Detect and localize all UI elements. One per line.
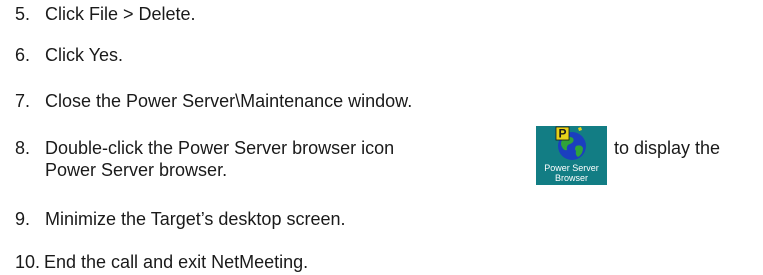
step-number: 5. <box>15 4 31 24</box>
svg-text:P: P <box>558 127 566 141</box>
step-text: Double-click the Power Server browser ic… <box>45 138 395 158</box>
step-text: Click File > Delete. <box>45 4 196 24</box>
step-text: Click Yes. <box>45 45 124 65</box>
step-text: Minimize the Target’s desktop screen. <box>45 209 346 229</box>
step-number: 8. <box>15 138 31 158</box>
step-number: 9. <box>15 209 31 229</box>
step-number: 6. <box>15 45 31 65</box>
step-text-after-icon: to display the <box>614 138 721 158</box>
step-number: 10. <box>15 252 41 272</box>
icon-caption-line2: Browser <box>554 173 588 183</box>
globe-icon: P <box>555 127 586 160</box>
step-text: End the call and exit NetMeeting. <box>44 252 309 272</box>
icon-caption-line1: Power Server <box>544 163 599 173</box>
power-server-browser-icon[interactable]: P Power Server Browser <box>536 126 607 185</box>
step-text: Close the Power Server\Maintenance windo… <box>45 91 413 111</box>
step-number: 7. <box>15 91 31 111</box>
step-text-continuation: Power Server browser. <box>45 160 228 180</box>
